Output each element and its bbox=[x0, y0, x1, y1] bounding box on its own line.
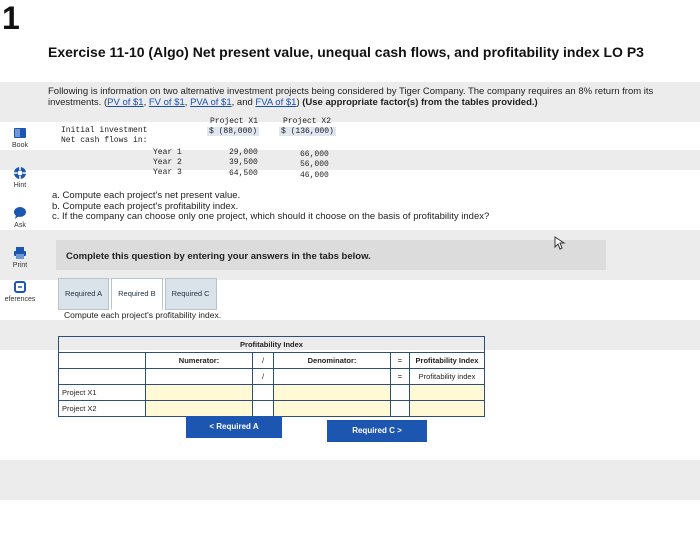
tab-required-c[interactable]: Required C bbox=[164, 278, 217, 310]
page-title: Exercise 11-10 (Algo) Net present value,… bbox=[48, 44, 644, 60]
project-x1-header: Project X1 bbox=[210, 117, 259, 126]
x2-cash-flow: 46,000 bbox=[300, 171, 329, 180]
question-c: c. If the company can choose only one pr… bbox=[52, 211, 490, 222]
divide-symbol: / bbox=[252, 352, 274, 369]
x1-pi-input[interactable] bbox=[409, 384, 485, 401]
equals-symbol: = bbox=[390, 352, 410, 369]
x1-numerator-input[interactable] bbox=[145, 384, 253, 401]
chevron-right-icon: > bbox=[397, 426, 402, 435]
pva-link[interactable]: PVA of $1 bbox=[190, 97, 232, 108]
project-x2-header: Project X2 bbox=[283, 117, 332, 126]
book-icon bbox=[14, 128, 26, 138]
prev-required-a-button[interactable]: < Required A bbox=[186, 416, 282, 438]
fva-link[interactable]: FVA of $1 bbox=[255, 97, 296, 108]
profitability-index-table: Profitability Index Numerator: / Denomin… bbox=[58, 336, 485, 417]
sidebar-item-hint[interactable]: Hint bbox=[0, 166, 40, 189]
references-icon bbox=[14, 281, 26, 293]
question-a: a. Compute each project's net present va… bbox=[52, 190, 241, 201]
blank-cell bbox=[252, 400, 274, 417]
tab-panel: Compute each project's profitability ind… bbox=[56, 307, 601, 327]
net-cash-flows-label: Net cash flows in: bbox=[61, 136, 148, 145]
sidebar-item-label: Print bbox=[12, 262, 28, 269]
blank-cell bbox=[252, 384, 274, 401]
panel-instruction: Compute each project's profitability ind… bbox=[64, 310, 222, 320]
pv-link[interactable]: PV of $1 bbox=[107, 97, 143, 108]
project-x2-investment: $ (136,000) bbox=[279, 127, 336, 136]
sidebar-item-label: eferences bbox=[4, 296, 36, 303]
next-button-label: Required C bbox=[352, 426, 395, 435]
cursor-icon bbox=[554, 236, 566, 250]
blank-cell bbox=[273, 368, 391, 385]
year-label: Year 1 bbox=[153, 148, 182, 157]
sidebar-item-book[interactable]: Book bbox=[0, 126, 40, 149]
next-required-c-button[interactable]: Required C > bbox=[327, 420, 427, 442]
initial-investment-label: Initial investment bbox=[61, 126, 148, 135]
intro-note: (Use appropriate factor(s) from the tabl… bbox=[302, 97, 538, 108]
x2-cash-flow: 56,000 bbox=[300, 160, 329, 169]
sidebar-item-references[interactable]: eferences bbox=[0, 280, 40, 303]
blank-cell bbox=[58, 368, 146, 385]
pi-table-title: Profitability Index bbox=[58, 336, 485, 353]
blank-cell bbox=[390, 384, 410, 401]
sidebar-item-label: Ask bbox=[14, 222, 26, 229]
x2-numerator-input[interactable] bbox=[145, 400, 253, 417]
divide-symbol: / bbox=[252, 368, 274, 385]
instruction-text: Complete this question by entering your … bbox=[66, 251, 371, 262]
x1-cash-flow: 64,500 bbox=[229, 169, 258, 178]
blank-cell bbox=[58, 352, 146, 369]
sidebar-item-label: Book bbox=[12, 142, 28, 149]
printer-icon bbox=[14, 247, 26, 259]
row-label-project-x2: Project X2 bbox=[58, 400, 146, 417]
year-label: Year 2 bbox=[153, 158, 182, 167]
question-list: a. Compute each project's net present va… bbox=[52, 190, 490, 223]
x1-cash-flow: 39,500 bbox=[229, 158, 258, 167]
chevron-left-icon: < bbox=[209, 422, 215, 431]
page-marker: 1 bbox=[2, 0, 20, 36]
x2-cash-flow: 66,000 bbox=[300, 150, 329, 159]
prev-button-label: Required A bbox=[216, 422, 259, 431]
sidebar-item-ask[interactable]: Ask bbox=[0, 206, 40, 229]
blank-cell bbox=[390, 400, 410, 417]
tab-required-b[interactable]: Required B bbox=[111, 278, 163, 310]
result-header: Profitability Index bbox=[409, 352, 485, 369]
required-tabs: Required A Required B Required C bbox=[58, 278, 219, 310]
denominator-header: Denominator: bbox=[273, 352, 391, 369]
fv-link[interactable]: FV of $1 bbox=[149, 97, 185, 108]
numerator-header: Numerator: bbox=[145, 352, 253, 369]
sidebar-item-print[interactable]: Print bbox=[0, 246, 40, 269]
row-label-project-x1: Project X1 bbox=[58, 384, 146, 401]
instruction-bar: Complete this question by entering your … bbox=[56, 240, 606, 270]
equals-symbol: = bbox=[390, 368, 410, 385]
year-label: Year 3 bbox=[153, 168, 182, 177]
lifebuoy-icon bbox=[14, 167, 26, 179]
speech-bubble-icon bbox=[14, 207, 26, 219]
x1-cash-flow: 29,000 bbox=[229, 148, 258, 157]
x1-denominator-input[interactable] bbox=[273, 384, 391, 401]
tab-required-a[interactable]: Required A bbox=[58, 278, 110, 310]
sidebar-item-label: Hint bbox=[13, 182, 27, 189]
x2-denominator-input[interactable] bbox=[273, 400, 391, 417]
intro-paragraph: Following is information on two alternat… bbox=[48, 86, 654, 108]
project-x1-investment: $ (88,000) bbox=[207, 127, 260, 136]
x2-pi-input[interactable] bbox=[409, 400, 485, 417]
result-sub-header: Profitability index bbox=[409, 368, 485, 385]
blank-cell bbox=[145, 368, 253, 385]
